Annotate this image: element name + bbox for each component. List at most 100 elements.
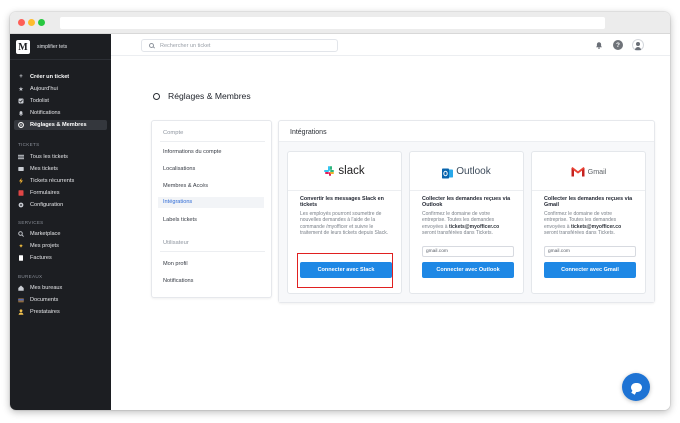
- settings-link-membres[interactable]: Membres & Accès: [163, 183, 208, 189]
- sidebar-item-configuration[interactable]: Configuration: [18, 200, 63, 210]
- maximize-window-button[interactable]: [38, 19, 45, 26]
- home-icon: [18, 285, 24, 291]
- sidebar-item-prestataires[interactable]: Prestataires: [18, 307, 60, 317]
- sidebar-item-label: Todolist: [30, 98, 49, 104]
- slack-heading: Convertir les messages Slack en tickets: [300, 196, 384, 209]
- sidebar-item-tous-les-tickets[interactable]: Tous les tickets: [18, 152, 68, 162]
- gmail-desc-after: seront transférées dans Tickets.: [544, 229, 615, 236]
- search-icon: [18, 231, 24, 237]
- sidebar-item-label: Tous les tickets: [30, 154, 68, 160]
- sidebar-item-label: Aujourd'hui: [30, 86, 58, 92]
- people-icon: [18, 309, 24, 315]
- gmail-heading: Collecter les demandes reçues via Gmail: [544, 196, 633, 209]
- sidebar-section-services: SERVICES: [18, 220, 44, 225]
- outlook-logo-text: Outlook: [456, 165, 491, 177]
- sidebar-divider: [10, 59, 111, 60]
- settings-nav-panel: Compte Informations du compte Localisati…: [151, 120, 272, 298]
- settings-link-labels[interactable]: Labels tickets: [163, 217, 197, 223]
- sidebar-item-factures[interactable]: Factures: [18, 253, 52, 263]
- gmail-logo: Gmail: [532, 152, 645, 190]
- close-window-button[interactable]: [18, 19, 25, 26]
- highlight-annotation-box: [297, 253, 393, 288]
- sparkle-icon: ✦: [18, 243, 24, 250]
- slack-logo-text: slack: [338, 165, 365, 177]
- settings-link-localisations[interactable]: Localisations: [163, 166, 195, 172]
- sidebar-item-mes-projets[interactable]: ✦ Mes projets: [18, 241, 59, 251]
- gmail-description: Confirmez le domaine de votre entreprise…: [544, 211, 636, 236]
- gmail-integration-card: Gmail Collecter les demandes reçues via …: [531, 151, 646, 294]
- settings-link-integrations[interactable]: Intégrations: [158, 197, 264, 208]
- settings-link-informations[interactable]: Informations du compte: [163, 149, 221, 155]
- sidebar-item-label: Mes tickets: [30, 166, 58, 172]
- sidebar-item-label: Marketplace: [30, 231, 61, 237]
- sidebar-item-notifications[interactable]: Notifications: [18, 108, 60, 118]
- page-title: Réglages & Membres: [153, 91, 251, 101]
- sidebar-item-label: Tickets récurrents: [30, 178, 75, 184]
- settings-section-compte: Compte: [163, 130, 184, 136]
- settings-divider: [160, 251, 265, 252]
- brand-logo: M: [16, 40, 30, 54]
- sidebar-item-mes-bureaux[interactable]: Mes bureaux: [18, 283, 62, 293]
- slack-icon: [324, 166, 335, 176]
- address-bar[interactable]: [60, 17, 605, 29]
- settings-divider: [160, 141, 265, 142]
- sidebar-item-documents[interactable]: Documents: [18, 295, 58, 305]
- notifications-bell-icon[interactable]: [594, 40, 604, 50]
- workspace-switcher[interactable]: M simplifier tets: [16, 39, 67, 55]
- search-input[interactable]: Rechercher un ticket: [141, 39, 338, 52]
- settings-icon: [153, 92, 160, 100]
- sidebar-item-creer-ticket[interactable]: + Créer un ticket: [18, 72, 69, 82]
- sidebar-item-aujourdhui[interactable]: ★ Aujourd'hui: [18, 84, 58, 94]
- settings-link-profil[interactable]: Mon profil: [163, 261, 188, 267]
- sidebar-item-mes-tickets[interactable]: Mes tickets: [18, 164, 58, 174]
- sidebar-item-label: Configuration: [30, 202, 64, 208]
- sidebar-item-todolist[interactable]: Todolist: [18, 96, 49, 106]
- user-avatar[interactable]: [632, 39, 644, 51]
- sidebar-item-formulaires[interactable]: Formulaires: [18, 188, 60, 198]
- chat-icon: [630, 382, 642, 392]
- sidebar-item-label: Mes projets: [30, 243, 59, 249]
- settings-section-utilisateur: Utilisateur: [163, 240, 189, 246]
- sidebar-section-tickets: TICKETS: [18, 142, 40, 147]
- gmail-desc-email: tickets@myofficer.co: [570, 223, 622, 230]
- settings-icon: [18, 122, 24, 128]
- avatar-head: [636, 42, 640, 46]
- connect-outlook-button[interactable]: Connecter avec Outlook: [422, 262, 514, 278]
- checkbox-icon: [18, 98, 24, 104]
- sidebar-item-reglages-membres[interactable]: Réglages & Membres: [14, 120, 107, 130]
- sidebar-item-label: Créer un ticket: [30, 74, 70, 80]
- list-icon: [18, 154, 24, 160]
- settings-link-notifications[interactable]: Notifications: [163, 278, 193, 284]
- outlook-heading: Collecter les demandes reçues via Outloo…: [422, 196, 511, 209]
- star-icon: ★: [18, 86, 24, 93]
- sidebar-item-tickets-recurrents[interactable]: Tickets récurrents: [18, 176, 74, 186]
- connect-gmail-button[interactable]: Connecter avec Gmail: [544, 262, 636, 278]
- outlook-desc-email: tickets@myofficer.co: [448, 223, 500, 230]
- outlook-desc-after: seront transférées dans Tickets.: [422, 229, 493, 236]
- sidebar-item-label: Notifications: [30, 110, 61, 116]
- sidebar-item-label: Réglages & Membres: [30, 122, 87, 128]
- gear-icon: [18, 202, 24, 208]
- integrations-title: Intégrations: [290, 129, 327, 136]
- gmail-logo-text: Gmail: [587, 166, 607, 176]
- slack-description: Les employés pourront soumettre de nouve…: [300, 211, 389, 236]
- search-placeholder: Rechercher un ticket: [160, 42, 211, 49]
- form-icon: [18, 190, 24, 196]
- sidebar-item-label: Factures: [30, 255, 52, 261]
- outlook-logo: Outlook: [410, 152, 523, 190]
- outlook-domain-input[interactable]: gmail.com: [422, 246, 514, 257]
- sidebar-item-label: Mes bureaux: [30, 285, 63, 291]
- gmail-domain-input[interactable]: gmail.com: [544, 246, 636, 257]
- page-title-text: Réglages & Membres: [168, 91, 251, 101]
- outlook-integration-card: Outlook Collecter les demandes reçues vi…: [409, 151, 524, 294]
- chat-support-button[interactable]: [622, 373, 650, 401]
- sidebar-section-bureaux: BUREAUX: [18, 274, 43, 279]
- help-icon[interactable]: ?: [613, 40, 623, 50]
- sidebar: M simplifier tets + Créer un ticket ★ Au…: [10, 34, 111, 410]
- card-divider: [288, 190, 401, 191]
- card-divider: [532, 190, 645, 191]
- browser-titlebar: [10, 12, 670, 34]
- sidebar-item-marketplace[interactable]: Marketplace: [18, 229, 60, 239]
- minimize-window-button[interactable]: [28, 19, 35, 26]
- document-icon: [18, 255, 24, 261]
